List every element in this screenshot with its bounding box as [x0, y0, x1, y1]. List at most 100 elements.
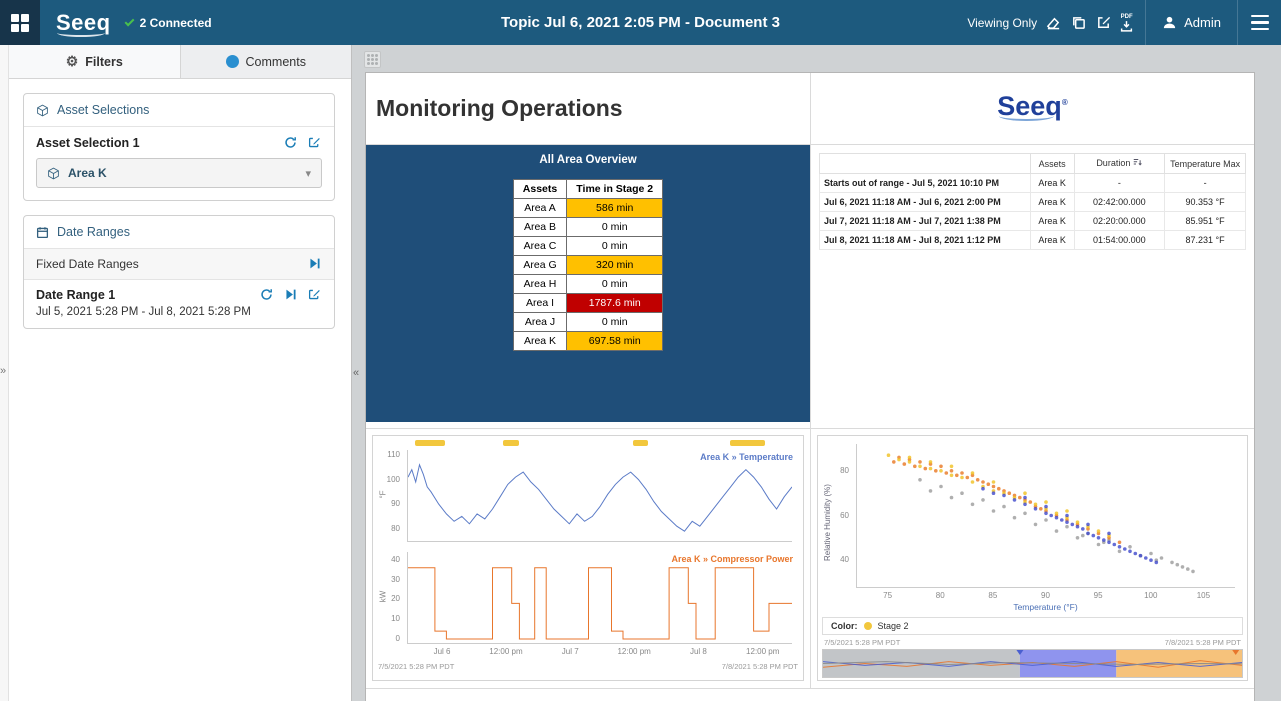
column-header-temperature: Temperature Max [1165, 154, 1246, 174]
table-row: Jul 8, 2021 11:18 AM - Jul 8, 2021 1:12 … [820, 231, 1246, 250]
table-row: Jul 7, 2021 11:18 AM - Jul 7, 2021 1:38 … [820, 212, 1246, 231]
y-axis-ticks: 406080 [822, 444, 852, 588]
range-start-timestamp: 7/5/2021 5:28 PM PDT [378, 662, 454, 671]
overview-table: Assets Time in Stage 2 Area A586 min Are… [513, 179, 663, 351]
overview-title: All Area Overview [366, 145, 810, 166]
sidebar-tabs: ⚙ Filters Comments [9, 45, 351, 79]
stage-time-cell: 586 min [567, 199, 663, 218]
user-menu[interactable]: Admin [1145, 0, 1237, 45]
seeq-logo[interactable]: Seeq [56, 10, 111, 36]
comment-icon [226, 55, 239, 68]
copy-icon[interactable] [1070, 14, 1087, 31]
stage-time-cell: 1787.6 min [567, 294, 663, 313]
table-row: Area A586 min [513, 199, 662, 218]
table-row: Area G320 min [513, 256, 662, 275]
tab-filters-label: Filters [85, 55, 123, 69]
main-area: « Monitoring Operations Seeq® All Area O… [352, 45, 1281, 701]
y-axis-unit: kW [379, 587, 388, 607]
x-axis-ticks: Jul 612:00 pmJul 712:00 pmJul 812:00 pm [407, 647, 792, 659]
table-row: Area C0 min [513, 237, 662, 256]
check-icon [124, 16, 134, 26]
app-switcher-button[interactable] [0, 0, 40, 45]
y-axis-temperature: 8090100110 [373, 450, 403, 542]
chevron-down-icon: ▾ [305, 167, 311, 180]
presentation-mode-icon[interactable] [1045, 14, 1062, 31]
table-row: Area K697.58 min [513, 332, 662, 351]
refresh-icon[interactable] [260, 288, 274, 302]
trend-chart[interactable]: Area K » Temperature 8090100110 °F Area … [372, 435, 804, 681]
connection-label: 2 Connected [140, 16, 212, 30]
table-row: Area I1787.6 min [513, 294, 662, 313]
stage-time-cell: 0 min [567, 237, 663, 256]
asset-dropdown[interactable]: Area K ▾ [36, 158, 322, 188]
grid-icon [11, 14, 29, 32]
y-axis-power: 010203040 [373, 552, 403, 644]
step-to-end-icon[interactable] [284, 288, 298, 302]
sidebar: » ⚙ Filters Comments Asset Selections [0, 45, 352, 701]
edit-icon[interactable] [1095, 14, 1112, 31]
seeq-logo: Seeq® [997, 91, 1067, 122]
column-header-assets: Assets [1030, 154, 1074, 174]
viewing-only-label: Viewing Only [967, 16, 1037, 30]
edit-icon[interactable] [308, 136, 322, 150]
cube-icon [47, 167, 60, 180]
scatter-plot-area [856, 444, 1235, 588]
fixed-date-ranges-label: Fixed Date Ranges [36, 257, 139, 271]
calendar-icon [36, 226, 49, 239]
range-end-timestamp: 7/8/2021 5:28 PM PDT [1165, 638, 1241, 647]
stage-time-cell: 0 min [567, 275, 663, 294]
capsule-lane [407, 440, 792, 446]
drag-handle-icon[interactable] [364, 51, 381, 68]
expand-panel-chevron-icon[interactable]: » [0, 365, 6, 377]
edit-icon[interactable] [308, 288, 322, 302]
column-header: Time in Stage 2 [567, 180, 663, 199]
table-row: Area B0 min [513, 218, 662, 237]
stage-time-cell: 0 min [567, 313, 663, 332]
date-ranges-title: Date Ranges [57, 225, 130, 239]
cube-icon [36, 104, 49, 117]
stage-time-cell: 0 min [567, 218, 663, 237]
capsule-table: Assets Duration Temperature Max Starts o… [819, 153, 1246, 250]
user-label: Admin [1184, 15, 1221, 30]
connection-status[interactable]: 2 Connected [125, 16, 212, 30]
legend-entry: Stage 2 [878, 621, 909, 631]
page-title: Monitoring Operations [366, 73, 810, 122]
left-collapse-rail: » [0, 45, 9, 701]
refresh-icon[interactable] [284, 136, 298, 150]
color-legend: Color: Stage 2 [822, 617, 1243, 635]
pdf-export-icon[interactable]: PDF [1120, 14, 1133, 32]
x-axis-ticks: 7580859095100105 [856, 591, 1235, 601]
y-axis-unit: °F [379, 485, 388, 505]
column-header-duration[interactable]: Duration [1074, 154, 1165, 174]
temperature-plot [407, 450, 792, 542]
tab-comments-label: Comments [246, 55, 306, 69]
hamburger-menu-button[interactable] [1237, 0, 1281, 45]
x-axis-label: Temperature (°F) [856, 602, 1235, 612]
date-ranges-card: Date Ranges Fixed Date Ranges Date Range… [23, 215, 335, 329]
table-row: Starts out of range - Jul 5, 2021 10:10 … [820, 174, 1246, 193]
top-bar: Seeq 2 Connected Topic Jul 6, 2021 2:05 … [0, 0, 1281, 45]
range-end-timestamp: 7/8/2021 5:28 PM PDT [722, 662, 798, 671]
stage-time-cell: 320 min [567, 256, 663, 275]
column-header: Assets [513, 180, 566, 199]
range-start-timestamp: 7/5/2021 5:28 PM PDT [824, 638, 900, 647]
topic-document: Monitoring Operations Seeq® All Area Ove… [365, 72, 1255, 701]
tab-comments[interactable]: Comments [181, 45, 352, 78]
stage-time-cell: 697.58 min [567, 332, 663, 351]
legend-title: Color: [831, 621, 858, 631]
table-row: Jul 6, 2021 11:18 AM - Jul 6, 2021 2:00 … [820, 193, 1246, 212]
asset-selections-card: Asset Selections Asset Selection 1 [23, 93, 335, 201]
date-range-value: Jul 5, 2021 5:28 PM - Jul 8, 2021 5:28 P… [36, 306, 322, 318]
step-to-end-icon[interactable] [308, 257, 322, 271]
sort-icon[interactable] [1133, 158, 1142, 169]
scatter-chart[interactable]: Relative Humidity (%) 406080 75808590951… [817, 435, 1248, 681]
asset-dropdown-value: Area K [68, 166, 107, 180]
asset-selection-label: Asset Selection 1 [36, 136, 140, 150]
asset-selections-title: Asset Selections [57, 103, 149, 117]
timeline-overview-strip[interactable] [822, 649, 1243, 678]
tab-filters[interactable]: ⚙ Filters [9, 45, 181, 78]
table-row: Area H0 min [513, 275, 662, 294]
table-row: Area J0 min [513, 313, 662, 332]
date-range-label: Date Range 1 [36, 288, 115, 302]
collapse-sidebar-chevron-icon[interactable]: « [353, 367, 359, 379]
